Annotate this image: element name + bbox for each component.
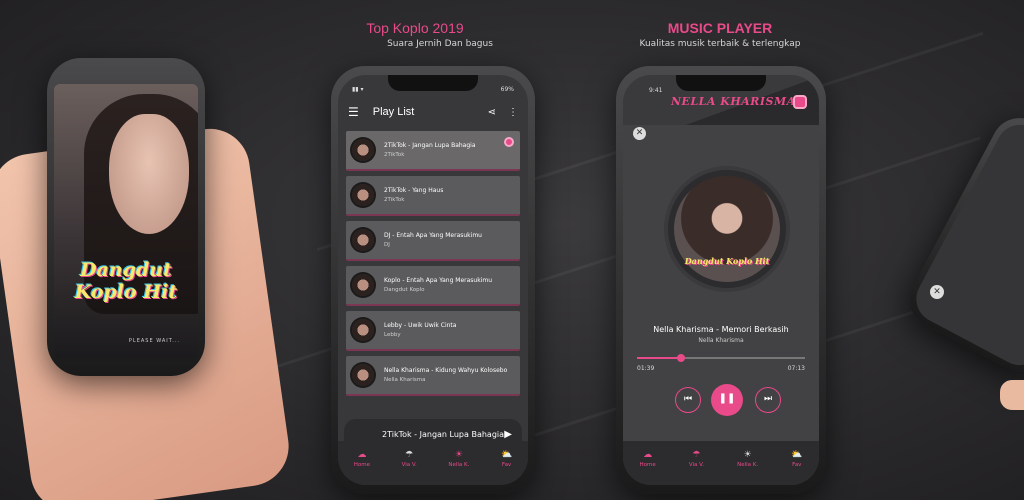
hand-fragment — [1000, 380, 1024, 410]
tab-home[interactable]: ☁ Home — [640, 450, 656, 468]
brand-logo: NELLA KHARISMA — [671, 95, 796, 108]
pause-icon: ❚❚ — [718, 393, 736, 404]
mini-player-title: 2TikTok - Jangan Lupa Bahagia — [382, 429, 505, 439]
song-title: Nella Kharisma - Kidung Wahyu Kolosebo — [384, 367, 508, 374]
close-icon[interactable]: ✕ — [633, 127, 646, 140]
song-title: Nella Kharisma - Memori Berkasih — [653, 325, 789, 334]
song-artist: DJ — [384, 242, 390, 248]
seek-progress — [637, 357, 681, 359]
caption-music-player: MUSIC PLAYER — [667, 20, 773, 36]
caption-top-koplo-sub: Suara Jernih Dan bagus — [387, 39, 493, 49]
album-art-lettering: Dangdut Koplo Hit — [684, 256, 770, 266]
menu-icon[interactable]: ☰ — [348, 105, 359, 119]
album-thumb — [350, 362, 376, 388]
bottom-nav: ☁ Home ☂ Via V. ☀ Nella K. ⛅ Fav — [338, 441, 528, 485]
rain-icon: ☂ — [405, 450, 414, 460]
playlist-phone: ▮▮ ▾ 10:53 69% ☰ Play List ⋖ ⋮ 2TikTok -… — [331, 66, 535, 494]
notch — [676, 75, 766, 91]
caption-music-player-sub: Kualitas musik terbaik & terlengkap — [639, 39, 801, 49]
splash-wait-text: PLEASE WAIT... — [128, 338, 180, 344]
tab-via[interactable]: ☂ Via V. — [402, 450, 417, 468]
playlist-screen: ▮▮ ▾ 10:53 69% ☰ Play List ⋖ ⋮ 2TikTok -… — [338, 75, 528, 485]
song-artist: 2TikTok — [384, 197, 405, 203]
notch — [388, 75, 478, 91]
status-time: 9:41 — [649, 87, 663, 94]
close-icon[interactable]: ✕ — [930, 285, 944, 299]
tab-fav[interactable]: ⛅ Fav — [501, 450, 512, 468]
player-screen: 9:41 NELLA KHARISMA ✕ Dangdut Koplo Hit … — [623, 75, 819, 485]
rain-icon: ☂ — [692, 450, 701, 460]
song-artist: Nella Kharisma — [698, 337, 744, 344]
page-title: Play List — [372, 106, 415, 118]
song-title: DJ - Entah Apa Yang Merasukimu — [384, 232, 482, 239]
song-artist: Nella Kharisma — [384, 377, 426, 383]
splash-title: Dangdut Koplo Hit — [74, 259, 178, 303]
sun-icon: ☀ — [743, 450, 752, 460]
total-time: 07:13 — [787, 365, 805, 372]
list-item[interactable]: DJ - Entah Apa Yang Merasukimu DJ — [346, 221, 520, 261]
playlist-app: ▮▮ ▾ 10:53 69% ☰ Play List ⋖ ⋮ 2TikTok -… — [338, 75, 528, 485]
album-thumb — [350, 227, 376, 253]
signal-icon: ▮▮ ▾ — [352, 85, 364, 93]
home-icon: ☁ — [643, 450, 653, 460]
list-item[interactable]: Nella Kharisma - Kidung Wahyu Kolosebo Ne… — [346, 356, 520, 396]
instagram-icon[interactable] — [793, 95, 807, 109]
song-title: Koplo - Entah Apa Yang Merasukimu — [384, 277, 493, 284]
song-title: 2TikTok - Jangan Lupa Bahagia — [384, 142, 476, 149]
splash-phone: Dangdut Koplo Hit PLEASE WAIT... — [47, 58, 205, 376]
caption-top-koplo: Top Koplo 2019 — [366, 20, 464, 36]
song-artist: 2TikTok — [384, 152, 405, 158]
skip-next-icon: ⏭ — [763, 394, 773, 404]
model-face — [109, 114, 189, 234]
home-icon: ☁ — [357, 450, 367, 460]
sun-icon: ☀ — [454, 450, 463, 460]
previous-button[interactable]: ⏮ — [675, 387, 701, 413]
album-disc: Dangdut Koplo Hit — [668, 170, 786, 288]
playlist: 2TikTok - Jangan Lupa Bahagia 2TikTok 2Ti… — [346, 131, 520, 401]
album-thumb — [350, 137, 376, 163]
album-art — [674, 176, 780, 282]
tab-fav[interactable]: ⛅ Fav — [791, 450, 802, 468]
album-thumb — [350, 272, 376, 298]
player-phone: 9:41 NELLA KHARISMA ✕ Dangdut Koplo Hit … — [616, 66, 826, 494]
pause-button[interactable]: ❚❚ — [711, 384, 743, 416]
player-app: 9:41 NELLA KHARISMA ✕ Dangdut Koplo Hit … — [623, 75, 819, 485]
album-thumb — [350, 317, 376, 343]
partly-cloudy-icon: ⛅ — [500, 450, 513, 460]
splash-screen: Dangdut Koplo Hit PLEASE WAIT... — [54, 84, 198, 358]
album-thumb — [350, 182, 376, 208]
battery-level: 69% — [500, 85, 514, 93]
play-icon[interactable]: ▶ — [504, 429, 512, 440]
list-item[interactable]: Lebby - Uwik Uwik Cinta Lebby — [346, 311, 520, 351]
song-title: Lebby - Uwik Uwik Cinta — [384, 322, 457, 329]
tab-via[interactable]: ☂ Via V. — [689, 450, 704, 468]
tab-nella[interactable]: ☀ Nella K. — [448, 450, 469, 468]
tab-home[interactable]: ☁ Home — [354, 450, 370, 468]
bottom-nav: ☁ Home ☂ Via V. ☀ Nella K. ⛅ Fav — [623, 441, 819, 485]
seek-knob[interactable] — [676, 354, 685, 362]
skip-previous-icon: ⏮ — [683, 394, 693, 404]
song-artist: Lebby — [384, 332, 401, 338]
app-bar: ☰ Play List ⋖ ⋮ — [338, 97, 528, 127]
tab-nella[interactable]: ☀ Nella K. — [737, 450, 758, 468]
partly-cloudy-icon: ⛅ — [791, 450, 803, 460]
song-artist: Dangdut Koplo — [384, 287, 425, 293]
next-button[interactable]: ⏭ — [755, 387, 781, 413]
list-item[interactable]: Koplo - Entah Apa Yang Merasukimu Dangdut… — [346, 266, 520, 306]
more-icon[interactable]: ⋮ — [508, 107, 518, 118]
list-item[interactable]: 2TikTok - Yang Haus 2TikTok — [346, 176, 520, 216]
now-playing-indicator-icon — [504, 137, 514, 147]
list-item[interactable]: 2TikTok - Jangan Lupa Bahagia 2TikTok — [346, 131, 520, 171]
elapsed-time: 01:39 — [637, 365, 655, 372]
seek-bar[interactable] — [637, 354, 805, 362]
song-title: 2TikTok - Yang Haus — [384, 187, 444, 194]
share-icon[interactable]: ⋖ — [488, 107, 496, 118]
